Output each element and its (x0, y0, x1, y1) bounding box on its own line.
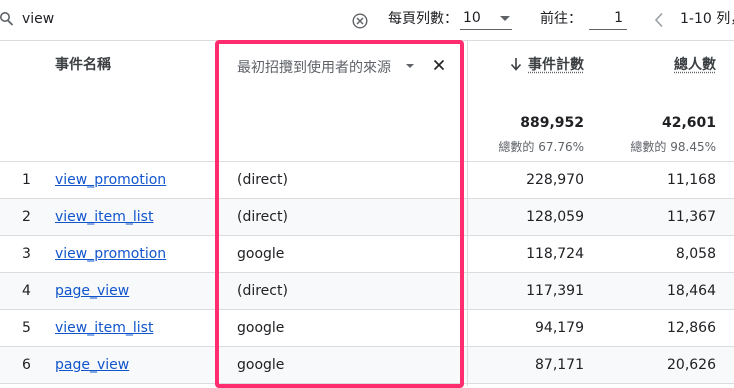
column-header-event-name[interactable]: 事件名稱 (55, 54, 111, 74)
table-row: 5 view_item_list google 94,179 12,866 (0, 310, 734, 347)
dropdown-arrow-icon (500, 16, 510, 21)
source-cell: (direct) (237, 209, 288, 225)
column-divider (467, 41, 468, 386)
total-users-cell: 8,058 (675, 246, 716, 262)
table-toolbar: view 每頁列數： 10 前往： 1 1-10 列， (0, 0, 734, 41)
total-users-cell: 11,367 (667, 209, 716, 225)
event-name-link[interactable]: page_view (55, 283, 129, 299)
row-index: 5 (22, 320, 31, 336)
row-index: 3 (22, 246, 31, 262)
goto-label: 前往： (540, 11, 582, 27)
clear-search-icon[interactable] (352, 13, 368, 29)
table-row: 4 page_view (direct) 117,391 18,464 (0, 273, 734, 310)
table-row: 3 view_promotion google 118,724 8,058 (0, 236, 734, 273)
row-index: 2 (22, 209, 31, 225)
event-count-cell: 228,970 (526, 172, 584, 188)
table-row: 6 page_view google 87,171 20,626 (0, 347, 734, 384)
source-cell: google (237, 320, 285, 336)
column-header-source[interactable]: 最初招攬到使用者的來源 (237, 57, 391, 77)
event-name-link[interactable]: view_item_list (55, 209, 153, 225)
column-header-event-count[interactable]: 事件計數 (528, 54, 584, 74)
row-index: 4 (22, 283, 31, 299)
column-header-event-count-wrap[interactable]: 事件計數 (510, 54, 584, 74)
chevron-left-icon[interactable] (654, 12, 664, 28)
event-count-cell: 94,179 (535, 320, 584, 336)
event-count-cell: 117,391 (526, 283, 584, 299)
total-users-value: 42,601 (661, 115, 716, 131)
event-count-cell: 118,724 (526, 246, 584, 262)
goto-page-input[interactable]: 1 (589, 7, 627, 30)
rows-per-page-value: 10 (463, 10, 481, 26)
row-index: 6 (22, 357, 31, 373)
search-icon[interactable] (0, 11, 14, 27)
total-users-cell: 18,464 (667, 283, 716, 299)
goto-page-value: 1 (614, 10, 623, 26)
search-input[interactable]: view (22, 10, 54, 28)
total-users-cell: 20,626 (667, 357, 716, 373)
total-event-count-percent: 總數的 67.76% (498, 140, 584, 154)
total-users-cell: 11,168 (667, 172, 716, 188)
event-name-link[interactable]: view_item_list (55, 320, 153, 336)
event-count-cell: 128,059 (526, 209, 584, 225)
total-event-count: 889,952 (520, 115, 584, 131)
total-users-cell: 12,866 (667, 320, 716, 336)
source-cell: google (237, 357, 285, 373)
source-cell: (direct) (237, 283, 288, 299)
event-count-cell: 87,171 (535, 357, 584, 373)
source-cell: (direct) (237, 172, 288, 188)
rows-per-page-select[interactable]: 10 (460, 7, 512, 30)
sort-descending-icon (510, 58, 522, 71)
event-name-link[interactable]: view_promotion (55, 246, 166, 262)
column-header-total-users[interactable]: 總人數 (674, 54, 716, 74)
event-name-link[interactable]: page_view (55, 357, 129, 373)
rows-per-page-label: 每頁列數： (388, 11, 458, 27)
page-info: 1-10 列， (680, 11, 734, 27)
event-name-link[interactable]: view_promotion (55, 172, 166, 188)
table-row: 1 view_promotion (direct) 228,970 11,168 (0, 162, 734, 199)
dimension-dropdown-icon[interactable] (406, 64, 414, 68)
table-row: 2 view_item_list (direct) 128,059 11,367 (0, 199, 734, 236)
source-cell: google (237, 246, 285, 262)
table-header: 事件名稱 最初招攬到使用者的來源 事件計數 總人數 889,952 總數的 67… (0, 41, 734, 162)
close-icon[interactable] (432, 58, 446, 72)
row-index: 1 (22, 172, 31, 188)
total-users-percent: 總數的 98.45% (630, 140, 716, 154)
